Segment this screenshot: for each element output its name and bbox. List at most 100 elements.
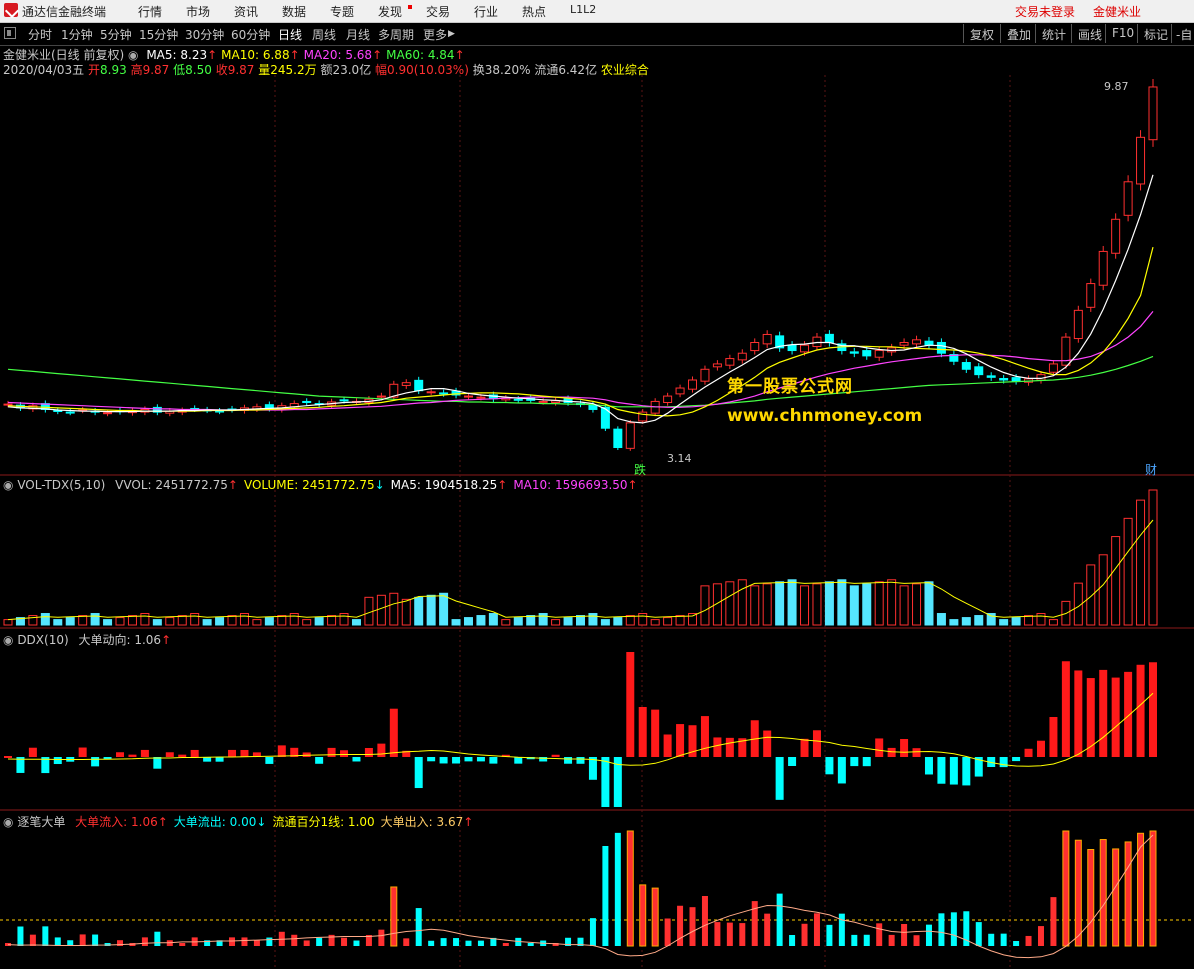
ddx-bar bbox=[638, 707, 647, 757]
volume-bar bbox=[339, 613, 349, 626]
settings-dropdown-icon[interactable]: ◉ bbox=[128, 48, 138, 62]
bigorder-bar bbox=[1037, 926, 1044, 946]
bigorder-bar bbox=[390, 886, 398, 947]
bigorder-bar bbox=[29, 934, 36, 946]
bigorder-bar bbox=[838, 913, 845, 946]
volume-bar bbox=[439, 592, 449, 626]
main-panel-title: 金健米业(日线 前复权) bbox=[3, 48, 125, 62]
ddx-bar bbox=[924, 757, 933, 775]
candle-body bbox=[103, 412, 113, 415]
ddx-bar bbox=[713, 737, 722, 757]
low-label: 低 bbox=[173, 63, 186, 77]
candle-body bbox=[215, 410, 225, 413]
open-value: 8.93 bbox=[100, 63, 127, 77]
volume-bar bbox=[451, 619, 461, 626]
ddx-bar bbox=[1036, 740, 1045, 757]
ddx-panel-header: ◉ DDX(10) 大单动向: 1.06↑ bbox=[3, 631, 171, 648]
volume-bar bbox=[1111, 536, 1121, 626]
ddx-bar bbox=[1074, 670, 1083, 757]
sector-label[interactable]: 农业综合 bbox=[601, 63, 649, 77]
candle-body bbox=[1148, 86, 1158, 141]
ma-arrow-icon-0: ↑ bbox=[207, 48, 218, 62]
open-label: 开 bbox=[88, 63, 101, 77]
ddx-bar bbox=[340, 750, 349, 757]
bigorder-bar bbox=[316, 937, 323, 946]
bigorder-bar bbox=[664, 918, 671, 946]
ddx-bar bbox=[837, 757, 846, 784]
volume-bar bbox=[600, 619, 610, 626]
bigorder-bar bbox=[689, 907, 696, 946]
ddx-bar bbox=[389, 708, 398, 757]
volume-bar bbox=[650, 619, 660, 626]
ddx-bar bbox=[153, 757, 162, 769]
settings-dropdown-icon[interactable]: ◉ bbox=[3, 633, 13, 647]
ddx-bar bbox=[439, 757, 448, 764]
candle-body bbox=[476, 396, 486, 399]
ddx-bar bbox=[937, 757, 946, 784]
ddx-bar bbox=[128, 754, 137, 757]
bigorder-bar bbox=[1013, 941, 1020, 946]
volume-bar bbox=[1123, 517, 1133, 626]
candle-body bbox=[800, 344, 810, 353]
candle-body bbox=[750, 342, 760, 352]
candle-body bbox=[1086, 283, 1096, 308]
ddx-bar bbox=[302, 752, 311, 757]
bigorder-panel-header: ◉ 逐笔大单 大单流入: 1.06↑ 大单流出: 0.00↓ 流通百分1线: 1.0… bbox=[3, 813, 473, 830]
candle-body bbox=[899, 342, 909, 346]
bigorder-bar bbox=[378, 929, 385, 946]
volume-bar bbox=[1048, 619, 1058, 626]
volume-panel-header: ◉ VOL-TDX(5,10) VVOL: 2451772.75↑ VOLUME:… bbox=[3, 478, 638, 492]
bigorder-bar bbox=[1099, 839, 1107, 947]
settings-dropdown-icon[interactable]: ◉ bbox=[3, 815, 13, 829]
ma-arrow-icon-3: ↑ bbox=[454, 48, 465, 62]
volume-bar bbox=[215, 617, 225, 626]
volume-item-1: VOLUME: 2451772.75 bbox=[243, 478, 375, 492]
bigorder-bar bbox=[54, 937, 61, 946]
ddx-bar bbox=[763, 730, 772, 757]
candle-body bbox=[762, 333, 772, 345]
low-price-mark: 3.14 bbox=[667, 452, 692, 465]
bigorder-bar bbox=[863, 934, 870, 946]
ddx-bar bbox=[676, 724, 685, 757]
ddx-bar bbox=[1049, 717, 1058, 757]
volume-bar bbox=[837, 579, 847, 626]
bigorder-bar bbox=[901, 924, 908, 946]
bigorder-bar bbox=[341, 937, 348, 946]
event-mark-die[interactable]: 跌 bbox=[634, 461, 646, 478]
ddx-bar bbox=[215, 757, 224, 762]
ddx-bar bbox=[240, 749, 249, 757]
volume-bar bbox=[513, 617, 523, 626]
bigorder-bar bbox=[776, 893, 783, 946]
ddx-bar bbox=[725, 737, 734, 757]
candle-body bbox=[1048, 363, 1058, 373]
volume-bar bbox=[700, 585, 710, 626]
ma-label-0: MA5: 8.23 bbox=[146, 48, 208, 62]
settings-dropdown-icon[interactable]: ◉ bbox=[3, 478, 13, 492]
bigorder-item-arrow-icon-0: ↑ bbox=[157, 815, 168, 829]
volume-bar bbox=[351, 619, 361, 626]
volume-bar bbox=[239, 613, 249, 626]
candle-body bbox=[625, 422, 635, 449]
volume-item-3: MA10: 1596693.50 bbox=[513, 478, 628, 492]
bigorder-bar bbox=[639, 884, 647, 947]
bigorder-bar bbox=[266, 937, 273, 946]
candle-body bbox=[999, 378, 1009, 381]
ddx-bar bbox=[1099, 669, 1108, 757]
candle-body bbox=[588, 404, 598, 410]
bigorder-bar bbox=[726, 922, 733, 946]
candle-body bbox=[974, 366, 984, 376]
volume-bar bbox=[961, 617, 971, 626]
ddx-bar bbox=[588, 757, 597, 780]
volume-bar bbox=[488, 613, 498, 626]
event-mark-cai[interactable]: 财 bbox=[1145, 461, 1157, 478]
candle-body bbox=[1073, 309, 1083, 340]
candle-body bbox=[65, 411, 75, 414]
ddx-bar bbox=[427, 757, 436, 762]
bigorder-bar bbox=[1149, 830, 1157, 947]
volume-bar bbox=[103, 619, 113, 626]
quote-date: 2020/04/03五 bbox=[3, 63, 85, 77]
volume-bar bbox=[389, 592, 399, 626]
ddx-bar bbox=[601, 757, 610, 807]
ddx-bar bbox=[178, 754, 187, 757]
ddx-bar bbox=[912, 748, 921, 757]
